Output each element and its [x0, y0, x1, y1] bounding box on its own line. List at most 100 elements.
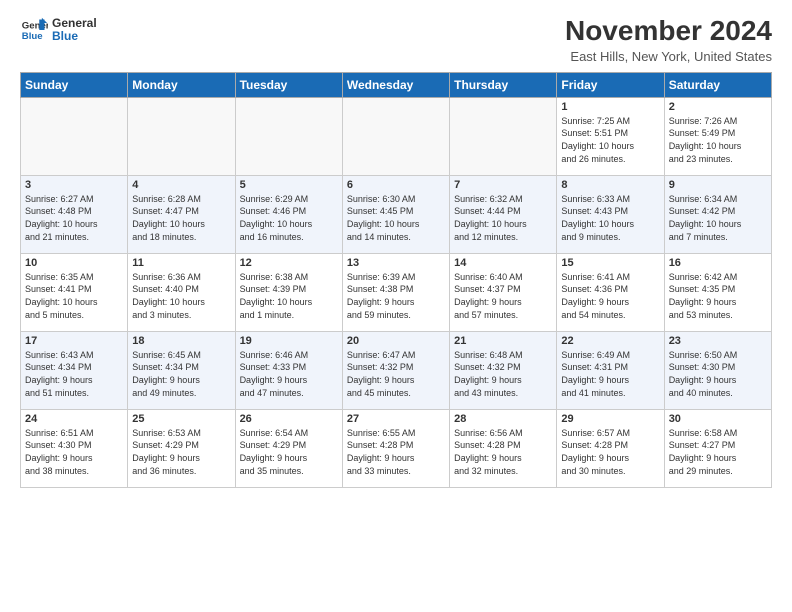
day-info: Sunrise: 6:50 AM Sunset: 4:30 PM Dayligh…	[669, 349, 767, 399]
table-row: 21 Sunrise: 6:48 AM Sunset: 4:32 PM Dayli…	[450, 331, 557, 409]
table-row: 24 Sunrise: 6:51 AM Sunset: 4:30 PM Dayli…	[21, 409, 128, 487]
logo-blue: Blue	[52, 30, 97, 43]
table-row: 4 Sunrise: 6:28 AM Sunset: 4:47 PM Daylig…	[128, 175, 235, 253]
table-row: 12Sunrise: 6:38 AM Sunset: 4:39 PM Dayli…	[235, 253, 342, 331]
day-info: Sunrise: 6:34 AM Sunset: 4:42 PM Dayligh…	[669, 193, 767, 243]
table-row: 17 Sunrise: 6:43 AM Sunset: 4:34 PM Dayli…	[21, 331, 128, 409]
day-number: 2	[669, 101, 767, 113]
day-number: 24	[25, 413, 123, 425]
day-info: Sunrise: 6:55 AM Sunset: 4:28 PM Dayligh…	[347, 427, 445, 477]
day-info: Sunrise: 6:38 AM Sunset: 4:39 PM Dayligh…	[240, 271, 338, 321]
table-row: 15 Sunrise: 6:41 AM Sunset: 4:36 PM Dayli…	[557, 253, 664, 331]
month-title: November 2024	[565, 16, 772, 47]
day-info: Sunrise: 6:40 AM Sunset: 4:37 PM Dayligh…	[454, 271, 552, 321]
day-info: Sunrise: 6:29 AM Sunset: 4:46 PM Dayligh…	[240, 193, 338, 243]
day-info: Sunrise: 6:30 AM Sunset: 4:45 PM Dayligh…	[347, 193, 445, 243]
table-row	[235, 97, 342, 175]
table-row: 30 Sunrise: 6:58 AM Sunset: 4:27 PM Dayli…	[664, 409, 771, 487]
table-row: 20 Sunrise: 6:47 AM Sunset: 4:32 PM Dayli…	[342, 331, 449, 409]
day-number: 17	[25, 335, 123, 347]
calendar-week-row: 17 Sunrise: 6:43 AM Sunset: 4:34 PM Dayli…	[21, 331, 772, 409]
day-number: 15	[561, 257, 659, 269]
day-number: 4	[132, 179, 230, 191]
table-row: 25Sunrise: 6:53 AM Sunset: 4:29 PM Dayli…	[128, 409, 235, 487]
day-info: Sunrise: 6:39 AM Sunset: 4:38 PM Dayligh…	[347, 271, 445, 321]
day-number: 20	[347, 335, 445, 347]
day-info: Sunrise: 6:42 AM Sunset: 4:35 PM Dayligh…	[669, 271, 767, 321]
day-info: Sunrise: 6:49 AM Sunset: 4:31 PM Dayligh…	[561, 349, 659, 399]
day-number: 14	[454, 257, 552, 269]
table-row: 16 Sunrise: 6:42 AM Sunset: 4:35 PM Dayli…	[664, 253, 771, 331]
day-number: 29	[561, 413, 659, 425]
table-row: 7 Sunrise: 6:32 AM Sunset: 4:44 PM Daylig…	[450, 175, 557, 253]
table-row: 6 Sunrise: 6:30 AM Sunset: 4:45 PM Daylig…	[342, 175, 449, 253]
day-info: Sunrise: 7:26 AM Sunset: 5:49 PM Dayligh…	[669, 115, 767, 165]
day-info: Sunrise: 6:58 AM Sunset: 4:27 PM Dayligh…	[669, 427, 767, 477]
day-number: 6	[347, 179, 445, 191]
table-row: 14 Sunrise: 6:40 AM Sunset: 4:37 PM Dayli…	[450, 253, 557, 331]
calendar-table: Sunday Monday Tuesday Wednesday Thursday…	[20, 72, 772, 488]
table-row: 23Sunrise: 6:50 AM Sunset: 4:30 PM Dayli…	[664, 331, 771, 409]
calendar-week-row: 24 Sunrise: 6:51 AM Sunset: 4:30 PM Dayli…	[21, 409, 772, 487]
logo-icon: General Blue	[20, 16, 48, 44]
day-info: Sunrise: 6:47 AM Sunset: 4:32 PM Dayligh…	[347, 349, 445, 399]
calendar-week-row: 10Sunrise: 6:35 AM Sunset: 4:41 PM Dayli…	[21, 253, 772, 331]
calendar-header-row: Sunday Monday Tuesday Wednesday Thursday…	[21, 72, 772, 97]
table-row: 10Sunrise: 6:35 AM Sunset: 4:41 PM Dayli…	[21, 253, 128, 331]
day-number: 11	[132, 257, 230, 269]
col-saturday: Saturday	[664, 72, 771, 97]
day-number: 27	[347, 413, 445, 425]
day-number: 22	[561, 335, 659, 347]
day-info: Sunrise: 6:43 AM Sunset: 4:34 PM Dayligh…	[25, 349, 123, 399]
day-number: 18	[132, 335, 230, 347]
table-row: 9 Sunrise: 6:34 AM Sunset: 4:42 PM Daylig…	[664, 175, 771, 253]
day-number: 13	[347, 257, 445, 269]
table-row: 18 Sunrise: 6:45 AM Sunset: 4:34 PM Dayli…	[128, 331, 235, 409]
day-info: Sunrise: 6:56 AM Sunset: 4:28 PM Dayligh…	[454, 427, 552, 477]
day-info: Sunrise: 6:54 AM Sunset: 4:29 PM Dayligh…	[240, 427, 338, 477]
day-info: Sunrise: 6:53 AM Sunset: 4:29 PM Dayligh…	[132, 427, 230, 477]
day-info: Sunrise: 6:41 AM Sunset: 4:36 PM Dayligh…	[561, 271, 659, 321]
col-wednesday: Wednesday	[342, 72, 449, 97]
day-info: Sunrise: 6:32 AM Sunset: 4:44 PM Dayligh…	[454, 193, 552, 243]
day-info: Sunrise: 6:33 AM Sunset: 4:43 PM Dayligh…	[561, 193, 659, 243]
table-row	[342, 97, 449, 175]
table-row: 13 Sunrise: 6:39 AM Sunset: 4:38 PM Dayli…	[342, 253, 449, 331]
day-info: Sunrise: 6:36 AM Sunset: 4:40 PM Dayligh…	[132, 271, 230, 321]
col-tuesday: Tuesday	[235, 72, 342, 97]
day-number: 8	[561, 179, 659, 191]
col-friday: Friday	[557, 72, 664, 97]
table-row: 3 Sunrise: 6:27 AM Sunset: 4:48 PM Daylig…	[21, 175, 128, 253]
table-row: 29 Sunrise: 6:57 AM Sunset: 4:28 PM Dayli…	[557, 409, 664, 487]
day-number: 30	[669, 413, 767, 425]
day-info: Sunrise: 6:27 AM Sunset: 4:48 PM Dayligh…	[25, 193, 123, 243]
col-sunday: Sunday	[21, 72, 128, 97]
table-row	[450, 97, 557, 175]
day-number: 26	[240, 413, 338, 425]
col-monday: Monday	[128, 72, 235, 97]
day-number: 3	[25, 179, 123, 191]
day-info: Sunrise: 6:28 AM Sunset: 4:47 PM Dayligh…	[132, 193, 230, 243]
table-row: 28 Sunrise: 6:56 AM Sunset: 4:28 PM Dayli…	[450, 409, 557, 487]
day-info: Sunrise: 6:35 AM Sunset: 4:41 PM Dayligh…	[25, 271, 123, 321]
table-row: 27 Sunrise: 6:55 AM Sunset: 4:28 PM Dayli…	[342, 409, 449, 487]
day-number: 21	[454, 335, 552, 347]
day-number: 19	[240, 335, 338, 347]
day-number: 9	[669, 179, 767, 191]
logo: General Blue General Blue	[20, 16, 97, 44]
day-info: Sunrise: 6:57 AM Sunset: 4:28 PM Dayligh…	[561, 427, 659, 477]
title-block: November 2024 East Hills, New York, Unit…	[565, 16, 772, 64]
day-info: Sunrise: 6:51 AM Sunset: 4:30 PM Dayligh…	[25, 427, 123, 477]
day-number: 16	[669, 257, 767, 269]
table-row: 22 Sunrise: 6:49 AM Sunset: 4:31 PM Dayli…	[557, 331, 664, 409]
day-number: 7	[454, 179, 552, 191]
table-row: 11 Sunrise: 6:36 AM Sunset: 4:40 PM Dayli…	[128, 253, 235, 331]
table-row	[128, 97, 235, 175]
table-row: 26 Sunrise: 6:54 AM Sunset: 4:29 PM Dayli…	[235, 409, 342, 487]
day-info: Sunrise: 6:45 AM Sunset: 4:34 PM Dayligh…	[132, 349, 230, 399]
day-info: Sunrise: 7:25 AM Sunset: 5:51 PM Dayligh…	[561, 115, 659, 165]
header: General Blue General Blue November 2024 …	[20, 16, 772, 64]
calendar-week-row: 3 Sunrise: 6:27 AM Sunset: 4:48 PM Daylig…	[21, 175, 772, 253]
day-number: 28	[454, 413, 552, 425]
day-info: Sunrise: 6:48 AM Sunset: 4:32 PM Dayligh…	[454, 349, 552, 399]
